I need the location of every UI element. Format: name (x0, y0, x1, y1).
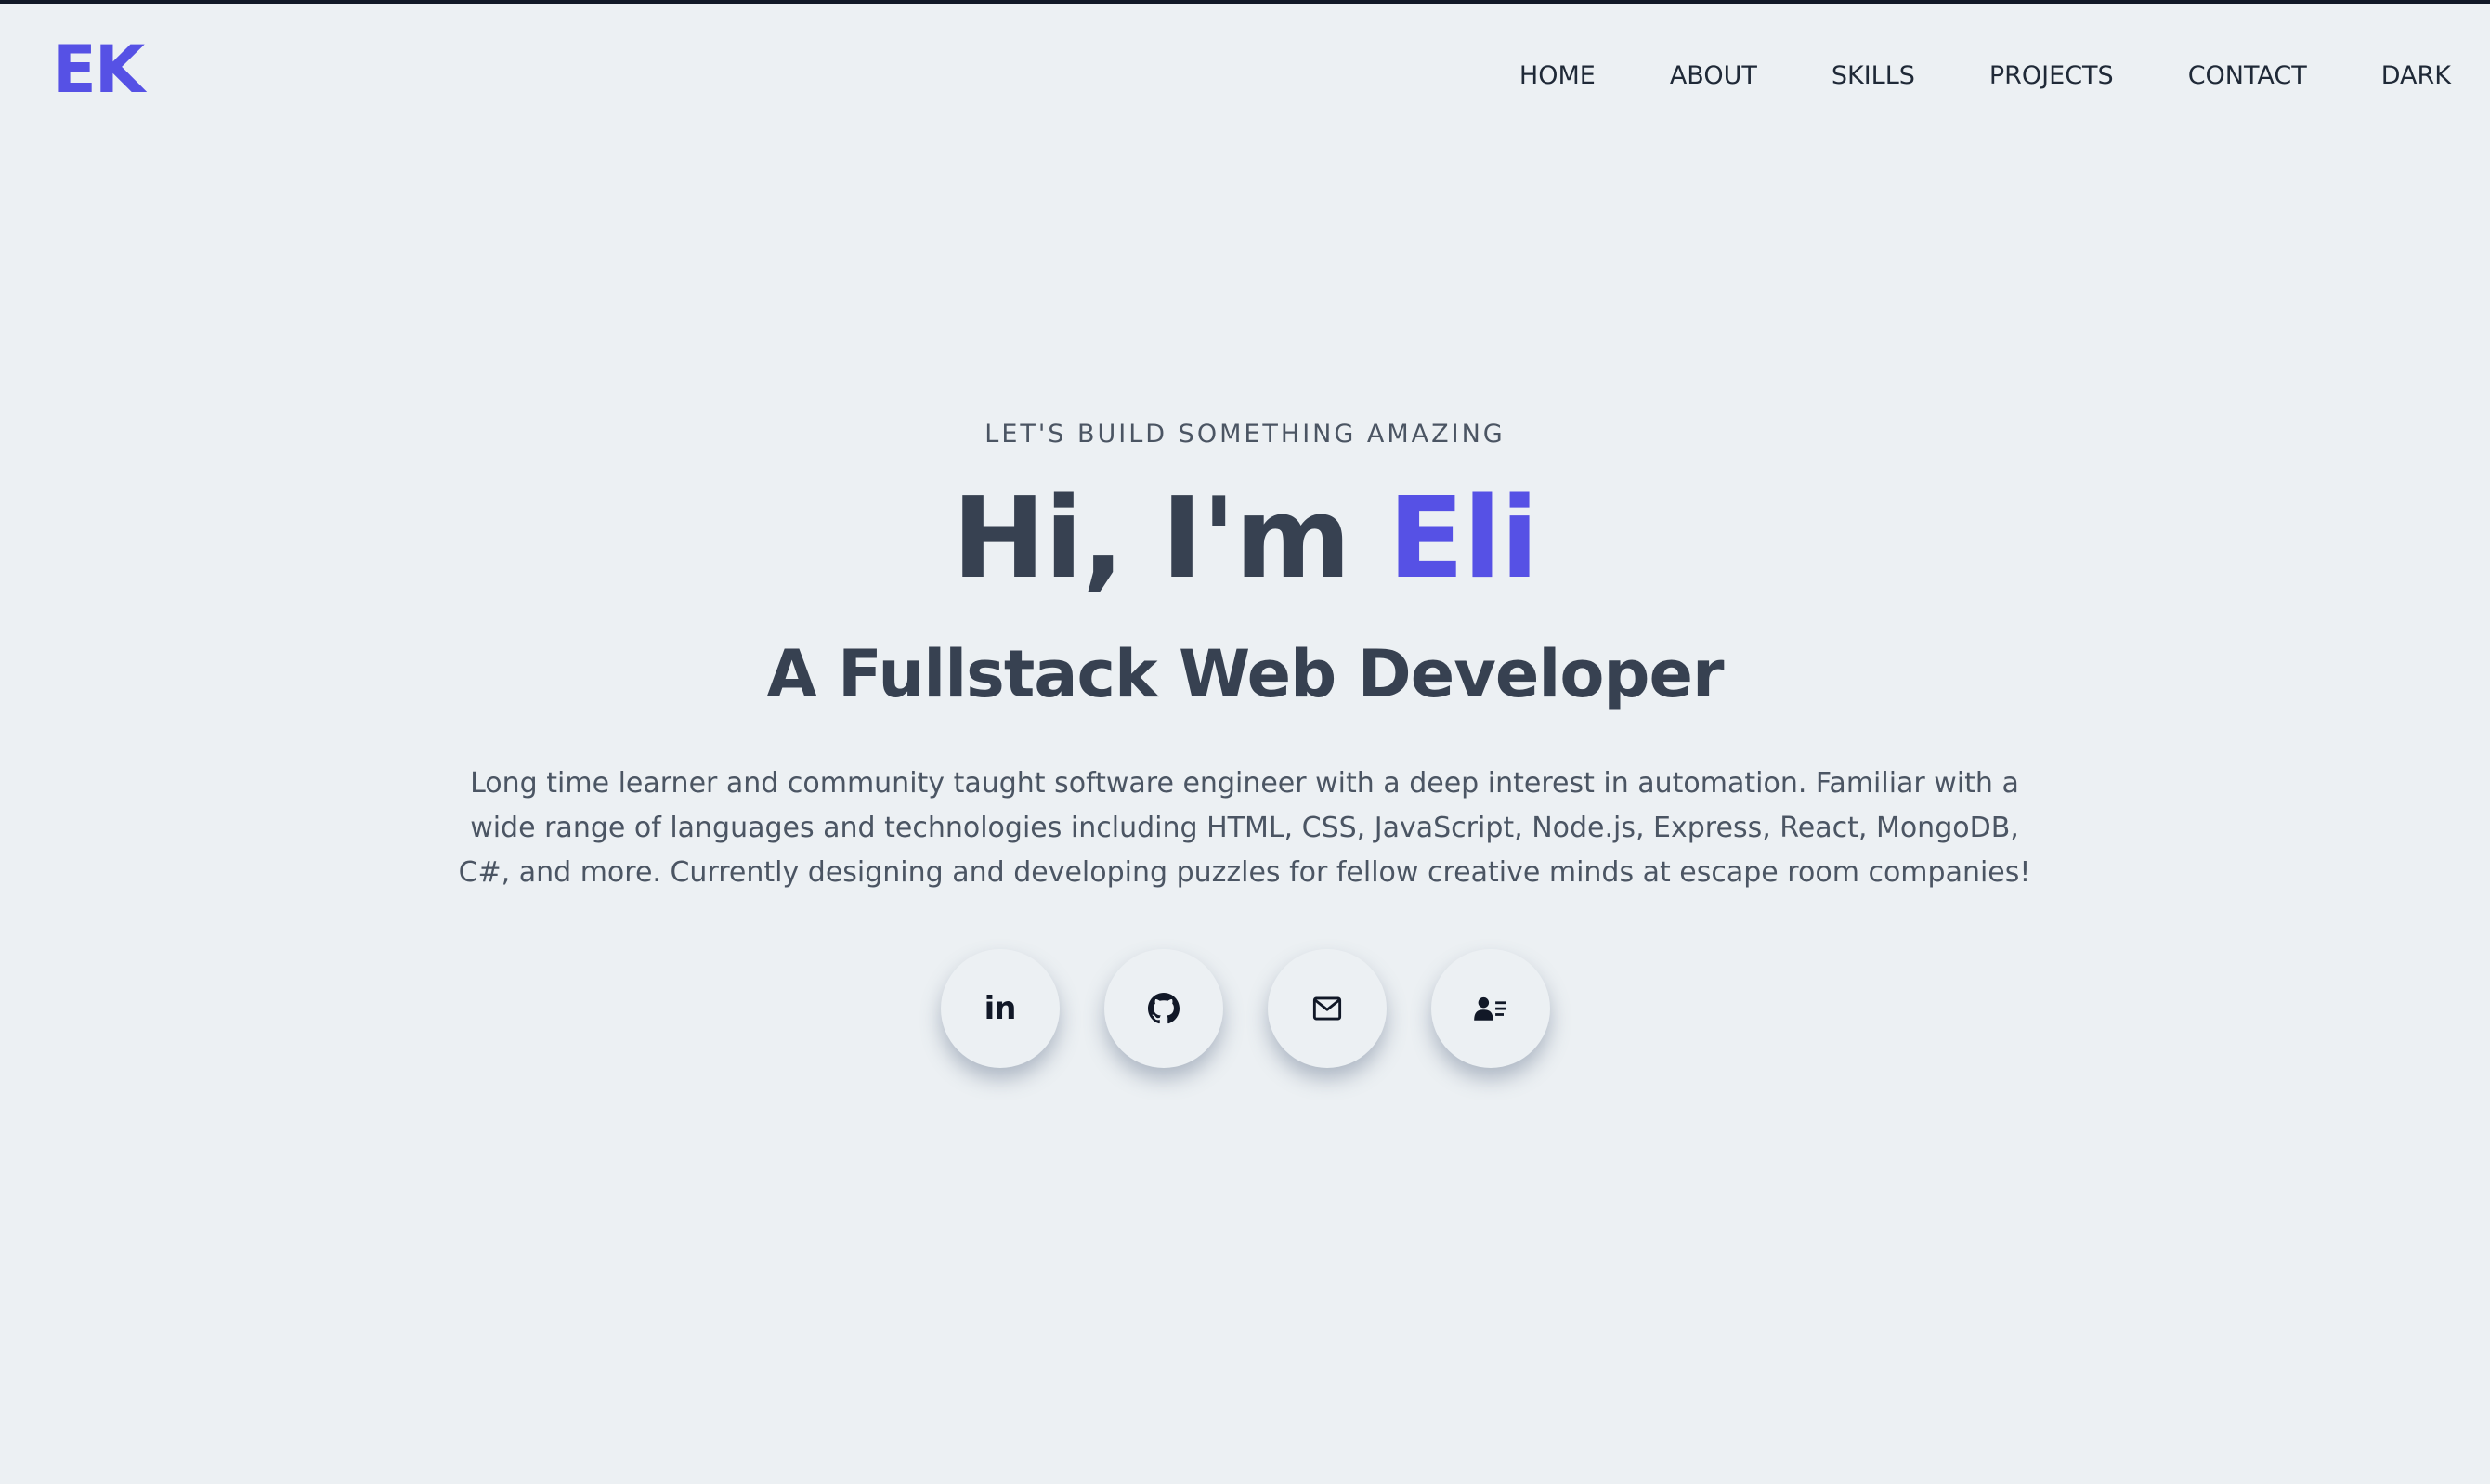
email-button[interactable] (1267, 949, 1387, 1068)
nav-item-contact[interactable]: CONTACT (2188, 63, 2307, 88)
navbar: EK HOME ABOUT SKILLS PROJECTS CONTACT DA… (0, 4, 2490, 143)
nav-item-projects[interactable]: PROJECTS (1989, 63, 2114, 88)
resume-icon (1473, 992, 1507, 1025)
linkedin-icon: in (984, 990, 1017, 1027)
nav-item-home[interactable]: HOME (1519, 63, 1596, 88)
hero-subtitle: A Fullstack Web Developer (766, 636, 1724, 712)
hero-bio: Long time learner and community taught s… (458, 767, 2031, 889)
hero-greeting: Hi, I'm (952, 475, 1350, 604)
dark-mode-toggle[interactable]: DARK (2381, 63, 2451, 88)
logo[interactable]: EK (52, 37, 145, 102)
github-icon (1147, 992, 1180, 1025)
social-links: in (0, 949, 2490, 1068)
nav-item-skills[interactable]: SKILLS (1832, 63, 1915, 88)
nav-links: HOME ABOUT SKILLS PROJECTS CONTACT DARK (1445, 63, 2451, 88)
linkedin-button[interactable]: in (940, 949, 1060, 1068)
nav-item-about[interactable]: ABOUT (1670, 63, 1757, 88)
hero-headline: Hi, I'm Eli (0, 478, 2490, 601)
hero-eyebrow: LET'S BUILD SOMETHING AMAZING (984, 420, 1506, 449)
resume-button[interactable] (1430, 949, 1550, 1068)
mail-icon (1310, 992, 1344, 1025)
hero-name: Eli (1388, 475, 1538, 604)
github-button[interactable] (1103, 949, 1223, 1068)
